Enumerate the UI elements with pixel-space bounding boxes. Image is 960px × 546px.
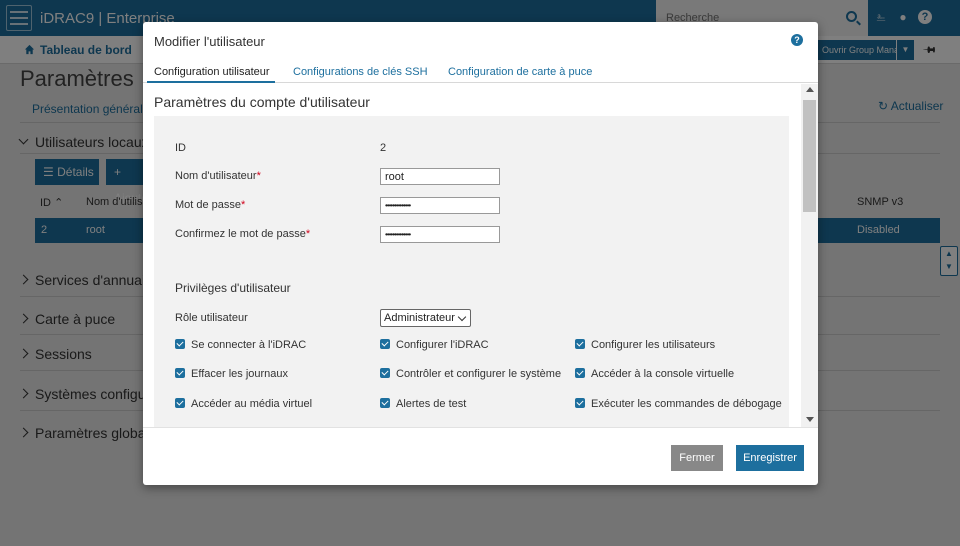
required-mark: * — [305, 228, 311, 240]
password-label: Mot de passe* — [175, 199, 245, 211]
tab-user-configuration[interactable]: Configuration utilisateur — [154, 66, 270, 78]
privilege-label: Se connecter à l'iDRAC — [191, 339, 307, 351]
privilege-label: Effacer les journaux — [191, 368, 289, 380]
tab-ssh-keys[interactable]: Configurations de clés SSH — [293, 66, 428, 78]
username-label: Nom d'utilisateur* — [175, 170, 261, 182]
privilege-label: Alertes de test — [396, 398, 467, 410]
privilege-system-control[interactable]: Contrôler et configurer le système — [380, 368, 561, 380]
checkbox-checked-icon — [575, 398, 585, 408]
privilege-login[interactable]: Se connecter à l'iDRAC — [175, 339, 306, 351]
password-input[interactable] — [380, 197, 500, 214]
privileges-title: Privilèges d'utilisateur — [175, 281, 291, 295]
privilege-debug-commands[interactable]: Exécuter les commandes de débogage — [575, 398, 782, 410]
dialog-footer: Fermer Enregistrer — [143, 427, 818, 485]
privilege-clear-logs[interactable]: Effacer les journaux — [175, 368, 288, 380]
privilege-label: Accéder au média virtuel — [191, 398, 313, 410]
password-label-text: Mot de passe — [175, 199, 242, 211]
required-mark: * — [256, 170, 261, 182]
checkbox-checked-icon — [175, 339, 185, 349]
checkbox-checked-icon — [175, 398, 185, 408]
privilege-virtual-media[interactable]: Accéder au média virtuel — [175, 398, 312, 410]
privilege-configure-idrac[interactable]: Configurer l'iDRAC — [380, 339, 489, 351]
scroll-down-icon[interactable] — [806, 417, 814, 422]
id-label: ID — [175, 142, 186, 154]
vertical-scrollbar[interactable] — [801, 84, 818, 427]
checkbox-checked-icon — [175, 368, 185, 378]
privilege-test-alerts[interactable]: Alertes de test — [380, 398, 466, 410]
scroll-thumb[interactable] — [803, 100, 816, 212]
help-icon[interactable]: ? — [791, 34, 803, 46]
username-input[interactable] — [380, 168, 500, 185]
id-value: 2 — [380, 142, 387, 154]
checkbox-checked-icon — [380, 398, 390, 408]
edit-user-dialog: Modifier l'utilisateur ? Configuration u… — [143, 22, 818, 485]
dialog-title: Modifier l'utilisateur — [154, 34, 265, 49]
privilege-label: Exécuter les commandes de débogage — [591, 398, 782, 410]
scroll-up-icon[interactable] — [806, 87, 814, 92]
section-title: Paramètres du compte d'utilisateur — [154, 90, 789, 116]
checkbox-checked-icon — [575, 339, 585, 349]
checkbox-checked-icon — [575, 368, 585, 378]
confirm-password-input[interactable] — [380, 226, 500, 243]
username-label-text: Nom d'utilisateur — [175, 170, 257, 182]
dialog-body: Paramètres du compte d'utilisateur ID 2 … — [143, 84, 818, 427]
privilege-configure-users[interactable]: Configurer les utilisateurs — [575, 339, 715, 351]
privilege-label: Configurer l'iDRAC — [396, 339, 489, 351]
dialog-tabs: Configuration utilisateur Configurations… — [143, 62, 818, 83]
confirm-password-label: Confirmez le mot de passe* — [175, 228, 310, 240]
role-label: Rôle utilisateur — [175, 312, 248, 324]
role-select[interactable]: Administrateur — [380, 309, 471, 327]
chevron-down-icon — [457, 312, 467, 322]
save-button[interactable]: Enregistrer — [736, 445, 804, 471]
required-mark: * — [241, 199, 246, 211]
privilege-virtual-console[interactable]: Accéder à la console virtuelle — [575, 368, 734, 380]
tab-smart-card[interactable]: Configuration de carte à puce — [448, 66, 592, 78]
close-button[interactable]: Fermer — [671, 445, 723, 471]
privilege-label: Accéder à la console virtuelle — [591, 368, 735, 380]
checkbox-checked-icon — [380, 339, 390, 349]
account-settings-panel: Paramètres du compte d'utilisateur ID 2 … — [154, 90, 789, 427]
privilege-label: Configurer les utilisateurs — [591, 339, 716, 351]
active-tab-indicator — [147, 81, 275, 83]
privilege-label: Contrôler et configurer le système — [396, 368, 562, 380]
confirm-password-label-text: Confirmez le mot de passe — [175, 228, 306, 240]
role-select-value: Administrateur — [384, 312, 455, 324]
checkbox-checked-icon — [380, 368, 390, 378]
